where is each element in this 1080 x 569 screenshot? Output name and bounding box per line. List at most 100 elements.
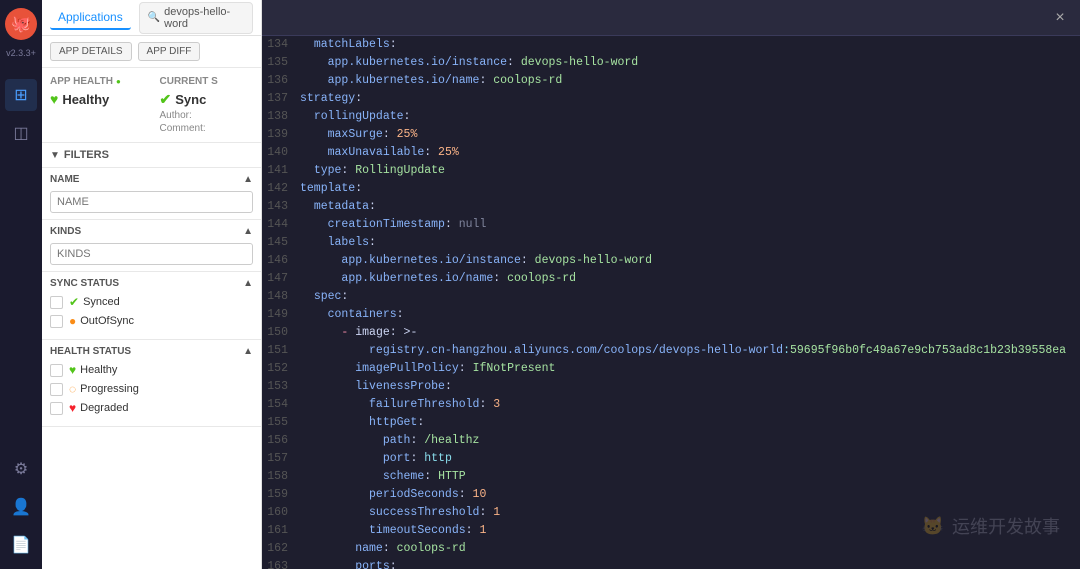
name-filter-header[interactable]: NAME ▲ bbox=[50, 174, 253, 185]
synced-dot: ✔ bbox=[69, 295, 79, 309]
line-text: maxUnavailable: 25% bbox=[300, 144, 1080, 162]
line-number: 135 bbox=[262, 54, 300, 72]
line-number: 146 bbox=[262, 252, 300, 270]
app-diff-button[interactable]: APP DIFF bbox=[138, 42, 201, 61]
kinds-filter-input[interactable] bbox=[50, 243, 253, 265]
code-line: 157 port: http bbox=[262, 450, 1080, 468]
filters-header-section: ▼ FILTERS bbox=[42, 143, 261, 168]
close-button[interactable]: × bbox=[1048, 6, 1072, 30]
health-healthy-checkbox[interactable] bbox=[50, 364, 63, 377]
line-text: app.kubernetes.io/instance: devops-hello… bbox=[300, 252, 1080, 270]
line-text: registry.cn-hangzhou.aliyuncs.com/coolop… bbox=[300, 342, 1080, 360]
kinds-filter-label: KINDS bbox=[50, 226, 81, 237]
line-text: port: http bbox=[300, 450, 1080, 468]
health-degraded-label: ♥ Degraded bbox=[69, 401, 128, 415]
line-text: periodSeconds: 10 bbox=[300, 486, 1080, 504]
kinds-filter-group: KINDS ▲ bbox=[42, 220, 261, 272]
filters-title: FILTERS bbox=[64, 149, 109, 161]
code-line: 143 metadata: bbox=[262, 198, 1080, 216]
sync-status-chevron: ▲ bbox=[243, 278, 253, 289]
line-text: metadata: bbox=[300, 198, 1080, 216]
health-status-filter-header[interactable]: HEALTH STATUS ▲ bbox=[50, 346, 253, 357]
line-text: maxSurge: 25% bbox=[300, 126, 1080, 144]
sidebar-icon-docs[interactable]: 📄 bbox=[5, 529, 37, 561]
line-text: scheme: HTTP bbox=[300, 468, 1080, 486]
health-status-text: Healthy bbox=[62, 92, 109, 107]
line-text: httpGet: bbox=[300, 414, 1080, 432]
sync-filter-synced[interactable]: ✔ Synced bbox=[50, 295, 253, 309]
name-filter-group: NAME ▲ bbox=[42, 168, 261, 220]
version-label: v2.3.3+ bbox=[6, 48, 36, 59]
tab-applications[interactable]: Applications bbox=[50, 6, 131, 30]
name-filter-chevron: ▲ bbox=[243, 174, 253, 185]
current-sync-label: CURRENT S bbox=[160, 76, 254, 87]
code-line: 140 maxUnavailable: 25% bbox=[262, 144, 1080, 162]
sync-status-filter-header[interactable]: SYNC STATUS ▲ bbox=[50, 278, 253, 289]
sidebar-icon-apps[interactable]: ⊞ bbox=[5, 79, 37, 111]
line-number: 150 bbox=[262, 324, 300, 342]
sync-filter-outofsync[interactable]: ● OutOfSync bbox=[50, 314, 253, 328]
line-number: 162 bbox=[262, 540, 300, 558]
line-text: labels: bbox=[300, 234, 1080, 252]
health-status-filter-group: HEALTH STATUS ▲ ♥ Healthy ◌ Progressing … bbox=[42, 340, 261, 427]
health-progressing-label: ◌ Progressing bbox=[69, 382, 139, 396]
code-line: 141 type: RollingUpdate bbox=[262, 162, 1080, 180]
line-number: 155 bbox=[262, 414, 300, 432]
health-progressing-checkbox[interactable] bbox=[50, 383, 63, 396]
sidebar-icon-settings[interactable]: ⚙ bbox=[5, 453, 37, 485]
health-filter-degraded[interactable]: ♥ Degraded bbox=[50, 401, 253, 415]
line-number: 159 bbox=[262, 486, 300, 504]
line-text: timeoutSeconds: 1 bbox=[300, 522, 1080, 540]
code-line: 160 successThreshold: 1 bbox=[262, 504, 1080, 522]
code-line: 147 app.kubernetes.io/name: coolops-rd bbox=[262, 270, 1080, 288]
code-line: 158 scheme: HTTP bbox=[262, 468, 1080, 486]
sidebar-icon-user[interactable]: 👤 bbox=[5, 491, 37, 523]
sync-comment: Comment: bbox=[160, 123, 254, 134]
filter-icon: ▼ bbox=[50, 150, 60, 161]
line-text: ports: bbox=[300, 558, 1080, 569]
line-number: 144 bbox=[262, 216, 300, 234]
main-panel: Applications 🔍 devops-hello-word APP DET… bbox=[42, 0, 262, 569]
filters-header: ▼ FILTERS bbox=[50, 149, 253, 161]
code-line: 163 ports: bbox=[262, 558, 1080, 569]
sidebar-icon-layers[interactable]: ◫ bbox=[5, 117, 37, 149]
line-text: spec: bbox=[300, 288, 1080, 306]
app-details-button[interactable]: APP DETAILS bbox=[50, 42, 132, 61]
code-line: 161 timeoutSeconds: 1 bbox=[262, 522, 1080, 540]
health-label: APP HEALTH ● bbox=[50, 76, 144, 87]
health-filter-healthy[interactable]: ♥ Healthy bbox=[50, 363, 253, 377]
outofsync-dot: ● bbox=[69, 314, 76, 328]
sync-outofsync-checkbox[interactable] bbox=[50, 315, 63, 328]
line-text: app.kubernetes.io/name: coolops-rd bbox=[300, 270, 1080, 288]
code-line: 155 httpGet: bbox=[262, 414, 1080, 432]
health-filter-progressing[interactable]: ◌ Progressing bbox=[50, 382, 253, 396]
degraded-icon: ♥ bbox=[69, 401, 76, 415]
top-nav: Applications 🔍 devops-hello-word bbox=[42, 0, 261, 36]
sync-status-filter-group: SYNC STATUS ▲ ✔ Synced ● OutOfSync bbox=[42, 272, 261, 340]
line-number: 157 bbox=[262, 450, 300, 468]
code-line: 136 app.kubernetes.io/name: coolops-rd bbox=[262, 72, 1080, 90]
code-line: 146 app.kubernetes.io/instance: devops-h… bbox=[262, 252, 1080, 270]
line-number: 147 bbox=[262, 270, 300, 288]
health-degraded-checkbox[interactable] bbox=[50, 402, 63, 415]
name-filter-input[interactable] bbox=[50, 191, 253, 213]
nav-search-bar[interactable]: 🔍 devops-hello-word bbox=[139, 2, 253, 34]
sync-synced-checkbox[interactable] bbox=[50, 296, 63, 309]
health-status-filter-label: HEALTH STATUS bbox=[50, 346, 131, 357]
line-text: rollingUpdate: bbox=[300, 108, 1080, 126]
kinds-filter-chevron: ▲ bbox=[243, 226, 253, 237]
line-text: name: coolops-rd bbox=[300, 540, 1080, 558]
line-text: containers: bbox=[300, 306, 1080, 324]
sync-outofsync-label: ● OutOfSync bbox=[69, 314, 134, 328]
heart-icon: ♥ bbox=[50, 91, 58, 107]
kinds-filter-header[interactable]: KINDS ▲ bbox=[50, 226, 253, 237]
line-text: livenessProbe: bbox=[300, 378, 1080, 396]
line-text: failureThreshold: 3 bbox=[300, 396, 1080, 414]
code-content[interactable]: 134 matchLabels:135 app.kubernetes.io/in… bbox=[262, 36, 1080, 569]
line-number: 139 bbox=[262, 126, 300, 144]
sync-value: ✔ Sync bbox=[160, 91, 254, 108]
line-text: matchLabels: bbox=[300, 36, 1080, 54]
line-text: path: /healthz bbox=[300, 432, 1080, 450]
line-number: 161 bbox=[262, 522, 300, 540]
sync-check-icon: ✔ bbox=[160, 91, 172, 108]
